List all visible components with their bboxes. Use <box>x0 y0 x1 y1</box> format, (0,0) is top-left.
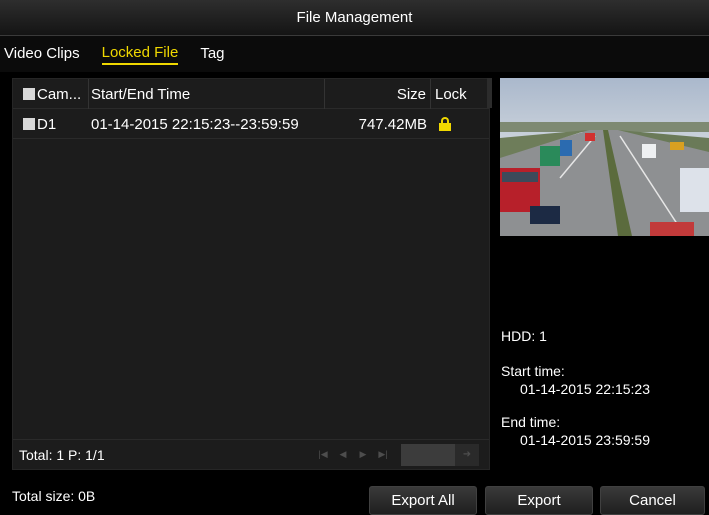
cancel-button[interactable]: Cancel <box>600 486 705 515</box>
go-arrow-icon[interactable]: ➜ <box>455 443 479 466</box>
row-size: 747.42MB <box>358 115 427 133</box>
row-lock-cell <box>431 109 489 139</box>
total-size: Total size: 0B <box>12 488 96 504</box>
table-scrollbar[interactable] <box>487 78 492 108</box>
prev-page-icon[interactable]: ◀ <box>335 447 351 463</box>
tab-tag[interactable]: Tag <box>200 45 224 64</box>
start-time-value: 01-14-2015 22:15:23 <box>520 381 650 397</box>
header-lock[interactable]: Lock <box>431 79 489 109</box>
row-time-cell: 01-14-2015 22:15:23--23:59:59 <box>89 109 325 139</box>
header-time[interactable]: Start/End Time <box>89 79 325 109</box>
start-time-label: Start time: <box>501 363 565 379</box>
table-header: Cam... Start/End Time Size Lock <box>13 79 489 109</box>
pager: |◀ ◀ ▶ ▶| <box>315 447 391 463</box>
export-all-button[interactable]: Export All <box>369 486 477 515</box>
table-row[interactable]: D1 01-14-2015 22:15:23--23:59:59 747.42M… <box>13 109 489 139</box>
highway-preview-image <box>500 78 709 236</box>
tab-locked-file[interactable]: Locked File <box>101 44 179 65</box>
header-lock-label: Lock <box>435 85 467 103</box>
select-all-checkbox[interactable] <box>23 88 35 100</box>
file-list-panel: Cam... Start/End Time Size Lock D1 01-14… <box>12 78 490 470</box>
total-count: Total: 1 P: 1/1 <box>19 446 105 463</box>
row-size-cell: 747.42MB <box>325 109 431 139</box>
row-checkbox[interactable] <box>23 118 35 130</box>
page-number-input[interactable] <box>401 443 455 466</box>
header-size-label: Size <box>396 85 426 103</box>
video-preview <box>500 78 709 236</box>
header-camera-label: Cam... <box>37 85 82 103</box>
next-page-icon[interactable]: ▶ <box>355 447 371 463</box>
header-size[interactable]: Size <box>325 79 431 109</box>
tab-bar: Video Clips Locked File Tag <box>0 36 709 72</box>
end-time-value: 01-14-2015 23:59:59 <box>520 432 650 448</box>
window-title-bar: File Management <box>0 0 709 36</box>
tab-video-clips[interactable]: Video Clips <box>4 45 80 64</box>
row-time: 01-14-2015 22:15:23--23:59:59 <box>91 115 299 133</box>
header-time-label: Start/End Time <box>91 85 191 103</box>
row-camera-cell: D1 <box>13 109 89 139</box>
first-page-icon[interactable]: |◀ <box>315 447 331 463</box>
row-camera: D1 <box>37 115 57 133</box>
hdd-label: HDD: 1 <box>501 328 547 344</box>
export-button[interactable]: Export <box>485 486 593 515</box>
table-footer: Total: 1 P: 1/1 |◀ ◀ ▶ ▶| ➜ <box>13 439 489 469</box>
end-time-label: End time: <box>501 414 561 430</box>
window-title: File Management <box>296 9 413 26</box>
last-page-icon[interactable]: ▶| <box>375 447 391 463</box>
lock-icon[interactable] <box>439 117 451 131</box>
bottom-bar: Total size: 0B Export All Export Cancel <box>0 482 709 515</box>
header-camera[interactable]: Cam... <box>13 79 89 109</box>
